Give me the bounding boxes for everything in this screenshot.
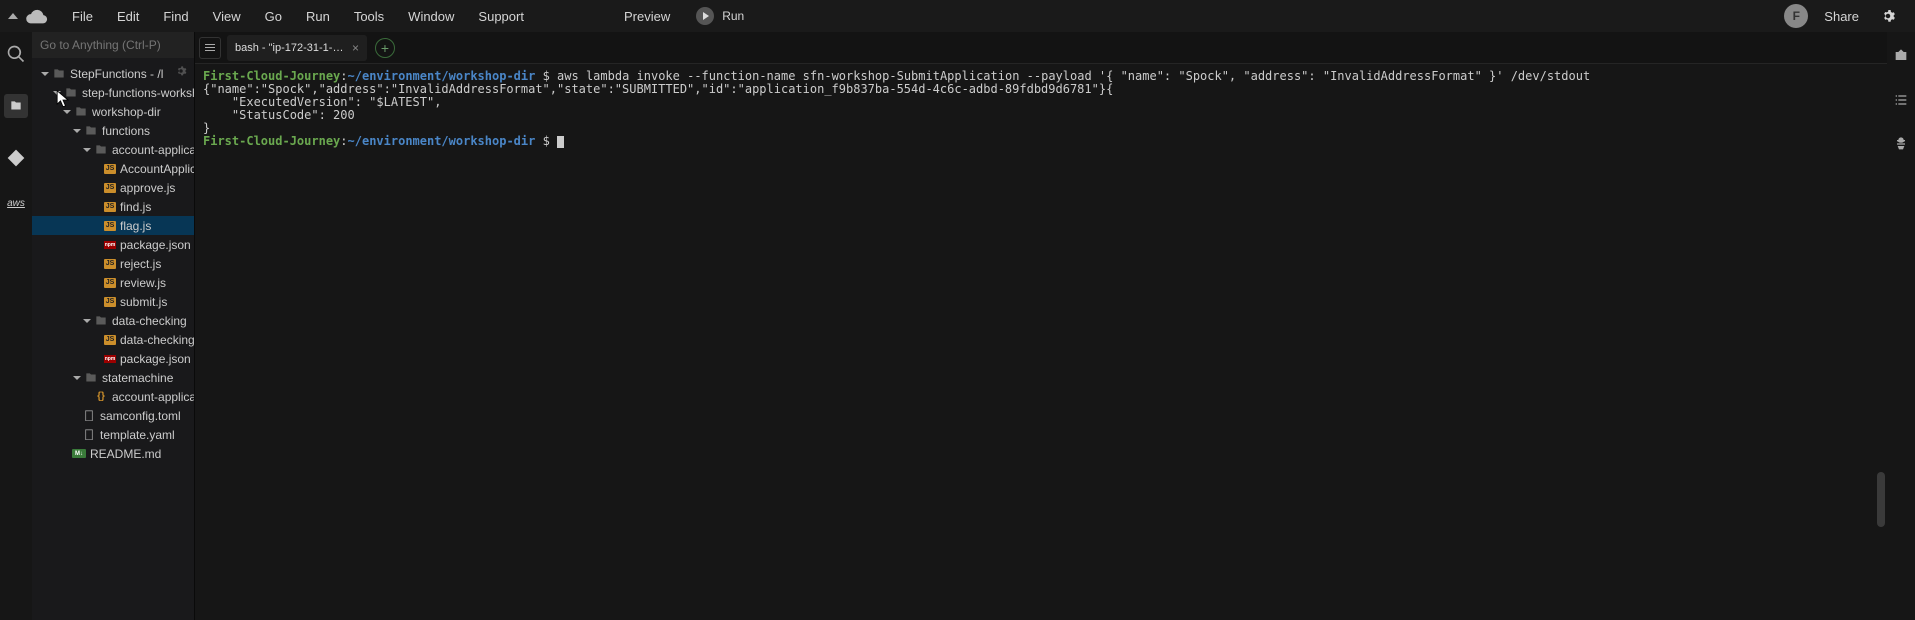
terminal-line: {"name":"Spock","address":"InvalidAddres…	[203, 83, 1879, 96]
chevron-down-icon	[83, 319, 91, 323]
tree-file[interactable]: JS data-checking.js	[32, 330, 194, 349]
js-file-icon: JS	[104, 221, 116, 231]
tree-settings-icon[interactable]	[174, 64, 188, 78]
menu-tools[interactable]: Tools	[344, 7, 394, 26]
right-sidebar	[1887, 32, 1915, 620]
tree-file[interactable]: npm package.json	[32, 235, 194, 254]
tree-file[interactable]: samconfig.toml	[32, 406, 194, 425]
menu-support[interactable]: Support	[468, 7, 534, 26]
scrollbar[interactable]	[1877, 472, 1885, 527]
close-icon[interactable]: ×	[352, 41, 359, 55]
chevron-down-icon	[63, 110, 71, 114]
tree-file[interactable]: JS find.js	[32, 197, 194, 216]
js-file-icon: JS	[104, 297, 116, 307]
menu-run[interactable]: Run	[296, 7, 340, 26]
md-file-icon: M↓	[72, 449, 86, 458]
tree-project[interactable]: step-functions-worksh	[32, 83, 194, 102]
js-file-icon: JS	[104, 335, 116, 345]
top-menu-bar: File Edit Find View Go Run Tools Window …	[0, 0, 1915, 32]
tab-title: bash - "ip-172-31-1-240.ap	[235, 42, 346, 54]
editor-area: bash - "ip-172-31-1-240.ap × + First-Clo…	[195, 32, 1887, 620]
debugger-icon[interactable]	[1893, 136, 1909, 152]
chevron-down-icon	[73, 376, 81, 380]
js-file-icon: JS	[104, 259, 116, 269]
goto-anything-input[interactable]	[32, 32, 194, 58]
tree-file[interactable]: JS reject.js	[32, 254, 194, 273]
menu-window[interactable]: Window	[398, 7, 464, 26]
npm-file-icon: npm	[104, 241, 116, 249]
menu-find[interactable]: Find	[153, 7, 198, 26]
tree-statemachine[interactable]: statemachine	[32, 368, 194, 387]
terminal-line: aws lambda invoke --function-name sfn-wo…	[557, 69, 1590, 83]
tree-file[interactable]: JS approve.js	[32, 178, 194, 197]
js-file-icon: JS	[104, 183, 116, 193]
outline-icon[interactable]	[1893, 92, 1909, 108]
tree-file[interactable]: JS submit.js	[32, 292, 194, 311]
prompt-host: First-Cloud-Journey	[203, 134, 340, 148]
cloud9-logo-icon	[26, 6, 48, 26]
file-explorer: StepFunctions - /l step-functions-worksh…	[32, 32, 195, 620]
js-file-icon: JS	[104, 202, 116, 212]
tree-functions[interactable]: functions	[32, 121, 194, 140]
aws-logo-icon[interactable]: aws	[7, 198, 25, 209]
menu-view[interactable]: View	[203, 7, 251, 26]
prompt-path: ~/environment/workshop-dir	[348, 134, 536, 148]
menu-file[interactable]: File	[62, 7, 103, 26]
search-icon[interactable]	[6, 44, 26, 64]
tree-file[interactable]: npm package.json	[32, 349, 194, 368]
tree-account-applications[interactable]: account-applicatio	[32, 140, 194, 159]
js-file-icon: JS	[104, 164, 116, 174]
tree-file[interactable]: JS AccountApplica	[32, 159, 194, 178]
tab-terminal[interactable]: bash - "ip-172-31-1-240.ap ×	[227, 35, 367, 61]
run-button[interactable]: Run	[686, 5, 754, 27]
tree-data-checking[interactable]: data-checking	[32, 311, 194, 330]
tab-bar: bash - "ip-172-31-1-240.ap × +	[195, 32, 1887, 64]
run-label: Run	[722, 9, 744, 23]
tree-file[interactable]: template.yaml	[32, 425, 194, 444]
add-tab-icon[interactable]: +	[375, 38, 395, 58]
chevron-down-icon	[83, 148, 91, 152]
menu-edit[interactable]: Edit	[107, 7, 149, 26]
source-control-icon[interactable]	[6, 148, 26, 168]
terminal[interactable]: First-Cloud-Journey:~/environment/worksh…	[195, 64, 1887, 620]
play-icon	[696, 7, 714, 25]
json-file-icon: {}	[94, 390, 108, 404]
js-file-icon: JS	[104, 278, 116, 288]
chevron-down-icon	[73, 129, 81, 133]
settings-gear-icon[interactable]	[1879, 7, 1897, 25]
prompt-path: ~/environment/workshop-dir	[348, 69, 536, 83]
tree-file-selected[interactable]: JS flag.js	[32, 216, 194, 235]
tree-root[interactable]: StepFunctions - /l	[32, 64, 194, 83]
tree-workshop-dir[interactable]: workshop-dir	[32, 102, 194, 121]
prompt-host: First-Cloud-Journey	[203, 69, 340, 83]
activity-bar: aws	[0, 32, 32, 620]
yaml-file-icon	[82, 428, 96, 442]
share-button[interactable]: Share	[1812, 9, 1871, 24]
chevron-down-icon	[53, 91, 61, 95]
tab-menu-icon[interactable]	[199, 37, 221, 59]
npm-file-icon: npm	[104, 355, 116, 363]
terminal-line: "StatusCode": 200	[203, 109, 1879, 122]
chevron-down-icon	[41, 72, 49, 76]
tree-file[interactable]: JS review.js	[32, 273, 194, 292]
preview-button[interactable]: Preview	[612, 5, 682, 28]
toml-file-icon	[82, 409, 96, 423]
file-tree: StepFunctions - /l step-functions-worksh…	[32, 60, 194, 467]
terminal-line: "ExecutedVersion": "$LATEST",	[203, 96, 1879, 109]
tree-file[interactable]: {} account-applicatio	[32, 387, 194, 406]
files-icon[interactable]	[4, 94, 28, 118]
user-avatar[interactable]: F	[1784, 4, 1808, 28]
cursor-icon	[557, 136, 564, 148]
collaborate-icon[interactable]	[1893, 48, 1909, 64]
expand-icon[interactable]	[8, 13, 18, 19]
menu-go[interactable]: Go	[255, 7, 292, 26]
tree-file[interactable]: M↓ README.md	[32, 444, 194, 463]
